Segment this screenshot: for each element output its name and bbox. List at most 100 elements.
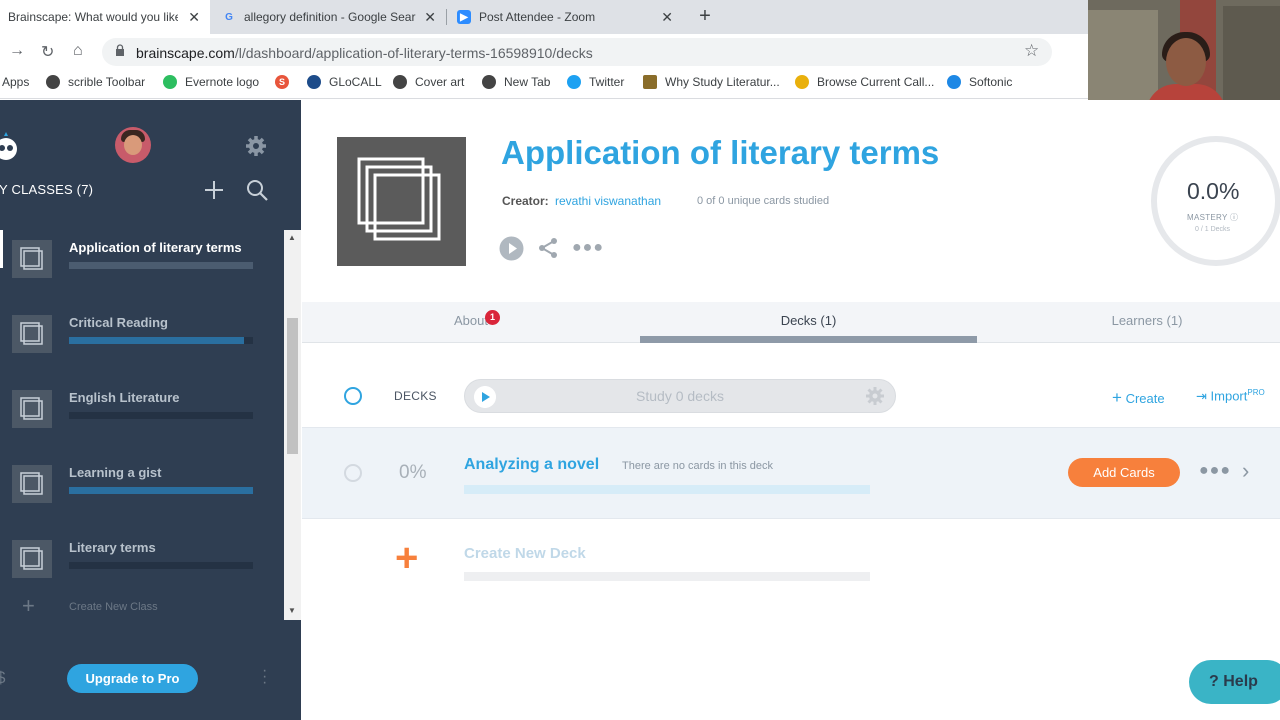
- bookmark-label: Softonic: [969, 75, 1013, 89]
- bookmark-label: GLoCALL: [329, 75, 382, 89]
- deck-checkbox[interactable]: [344, 464, 362, 482]
- tab-about[interactable]: About 1: [302, 302, 640, 343]
- class-name: Learning a gist: [69, 465, 162, 480]
- bookmark-why-study[interactable]: Why Study Literatur...: [643, 75, 780, 89]
- share-icon[interactable]: [537, 237, 559, 259]
- globe-icon: [46, 75, 60, 89]
- brainscape-logo-icon[interactable]: [0, 132, 24, 162]
- deck-progress-bar: [464, 485, 870, 494]
- mastery-label-text: MASTERY: [1187, 213, 1228, 222]
- dollar-icon[interactable]: $: [0, 668, 5, 688]
- new-tab-button[interactable]: +: [695, 6, 715, 27]
- google-icon: G: [225, 11, 233, 23]
- bookmark-new-tab[interactable]: New Tab: [482, 75, 550, 89]
- deck-row[interactable]: 0% Analyzing a novel There are no cards …: [302, 427, 1280, 519]
- tab-learners[interactable]: Learners (1): [977, 302, 1280, 343]
- class-item[interactable]: Learning a gist: [0, 455, 284, 515]
- bookmark-browse-calls[interactable]: Browse Current Call...: [795, 75, 934, 89]
- bookmark-scrible[interactable]: scrible Toolbar: [46, 75, 145, 89]
- bookmark-glocall[interactable]: GLoCALL: [307, 75, 382, 89]
- upgrade-to-pro-button[interactable]: Upgrade to Pro: [67, 664, 198, 693]
- creator-link[interactable]: revathi viswanathan: [555, 194, 661, 208]
- tab-label: Decks (1): [780, 313, 837, 328]
- class-name: Critical Reading: [69, 315, 168, 330]
- class-item[interactable]: Critical Reading: [0, 305, 284, 365]
- more-options-icon[interactable]: ●●●: [572, 239, 604, 257]
- deck-percent: 0%: [399, 462, 427, 483]
- scroll-up-icon[interactable]: ▲: [288, 233, 296, 242]
- bookmark-cover-art[interactable]: Cover art: [393, 75, 464, 89]
- search-icon[interactable]: [245, 178, 269, 202]
- address-bar[interactable]: brainscape.com/l/dashboard/application-o…: [102, 38, 1052, 66]
- close-icon[interactable]: ✕: [661, 9, 673, 26]
- video-person: [1166, 38, 1206, 86]
- close-icon[interactable]: ✕: [188, 9, 200, 26]
- add-class-icon[interactable]: [204, 180, 224, 200]
- class-deck-icon: [12, 240, 52, 278]
- reload-icon[interactable]: ↻: [41, 42, 54, 62]
- creator-label: Creator:: [502, 194, 549, 208]
- class-deck-icon: [12, 390, 52, 428]
- avatar[interactable]: [115, 127, 151, 163]
- sidebar-scrollbar[interactable]: ▲ ▼: [284, 230, 301, 620]
- main-content: Application of literary terms Creator: r…: [302, 100, 1280, 720]
- gear-icon[interactable]: [245, 135, 267, 157]
- bookmark-star-icon[interactable]: ☆: [1024, 41, 1039, 61]
- gear-icon[interactable]: [865, 386, 885, 406]
- deck-name[interactable]: Analyzing a novel: [464, 456, 599, 474]
- decks-toolbar: DECKS Study 0 decks + Create ⇥ ImportPRO: [302, 376, 1280, 416]
- select-all-checkbox[interactable]: [344, 387, 362, 405]
- class-name: Application of literary terms: [69, 240, 242, 255]
- avatar-face: [124, 135, 142, 155]
- class-item[interactable]: English Literature: [0, 380, 284, 440]
- globe-icon: [482, 75, 496, 89]
- bookmark-label: Cover art: [415, 75, 465, 89]
- book-icon: [643, 75, 657, 89]
- play-icon: [474, 386, 496, 408]
- study-decks-button[interactable]: Study 0 decks: [464, 379, 896, 413]
- evernote-icon: [163, 75, 177, 89]
- plus-icon: +: [22, 593, 35, 618]
- add-cards-button[interactable]: Add Cards: [1068, 458, 1180, 487]
- bookmark-label: Why Study Literatur...: [665, 75, 780, 89]
- play-icon[interactable]: [499, 236, 524, 261]
- tab-zoom[interactable]: ▶ Post Attendee - Zoom ✕: [447, 0, 683, 34]
- scroll-down-icon[interactable]: ▼: [288, 606, 296, 615]
- bookmark-twitter[interactable]: Twitter: [567, 75, 624, 89]
- info-icon[interactable]: ⓘ: [1230, 213, 1238, 222]
- tab-brainscape[interactable]: Brainscape: What would you like ✕: [0, 0, 210, 34]
- url-text: brainscape.com/l/dashboard/application-o…: [136, 45, 593, 61]
- import-label: Import: [1210, 388, 1248, 404]
- create-class-button[interactable]: + Create New Class: [22, 593, 222, 620]
- bookmark-apps[interactable]: Apps: [2, 75, 29, 89]
- help-button[interactable]: ? Help: [1189, 660, 1280, 704]
- class-progress-bar: [69, 487, 253, 494]
- class-deck-icon: [12, 465, 52, 503]
- tab-google[interactable]: G allegory definition - Google Sear ✕: [210, 0, 446, 34]
- chevron-right-icon[interactable]: ›: [1242, 458, 1249, 484]
- home-icon[interactable]: ⌂: [73, 42, 83, 60]
- create-new-deck-row[interactable]: + Create New Deck: [302, 530, 1280, 590]
- class-item[interactable]: Literary terms: [0, 530, 284, 590]
- bookmark-softonic[interactable]: Softonic: [947, 75, 1012, 89]
- more-options-icon[interactable]: ●●●: [1199, 462, 1231, 480]
- create-new-deck-label: Create New Deck: [464, 545, 586, 562]
- bell-icon: [795, 75, 809, 89]
- class-progress-bar: [69, 262, 253, 269]
- more-vertical-icon[interactable]: · · ·: [262, 663, 267, 691]
- close-icon[interactable]: ✕: [424, 9, 436, 26]
- class-tabs: About 1 Decks (1) Learners (1): [302, 302, 1280, 343]
- sidebar: MY CLASSES (7) Application of literary t…: [0, 100, 301, 720]
- help-icon: ?: [1209, 673, 1219, 690]
- bookmark-s[interactable]: S: [275, 75, 297, 89]
- tab-title: allegory definition - Google Sear: [244, 10, 416, 24]
- my-classes-label: MY CLASSES (7): [0, 182, 94, 197]
- create-deck-link[interactable]: + Create: [1112, 388, 1165, 408]
- class-progress-fill: [69, 487, 253, 494]
- class-item[interactable]: Application of literary terms: [0, 230, 284, 290]
- softonic-icon: [947, 75, 961, 89]
- forward-icon[interactable]: →: [9, 42, 25, 60]
- bookmark-evernote[interactable]: Evernote logo: [163, 75, 259, 89]
- scrollbar-thumb[interactable]: [287, 318, 298, 454]
- import-link[interactable]: ⇥ ImportPRO: [1196, 388, 1265, 404]
